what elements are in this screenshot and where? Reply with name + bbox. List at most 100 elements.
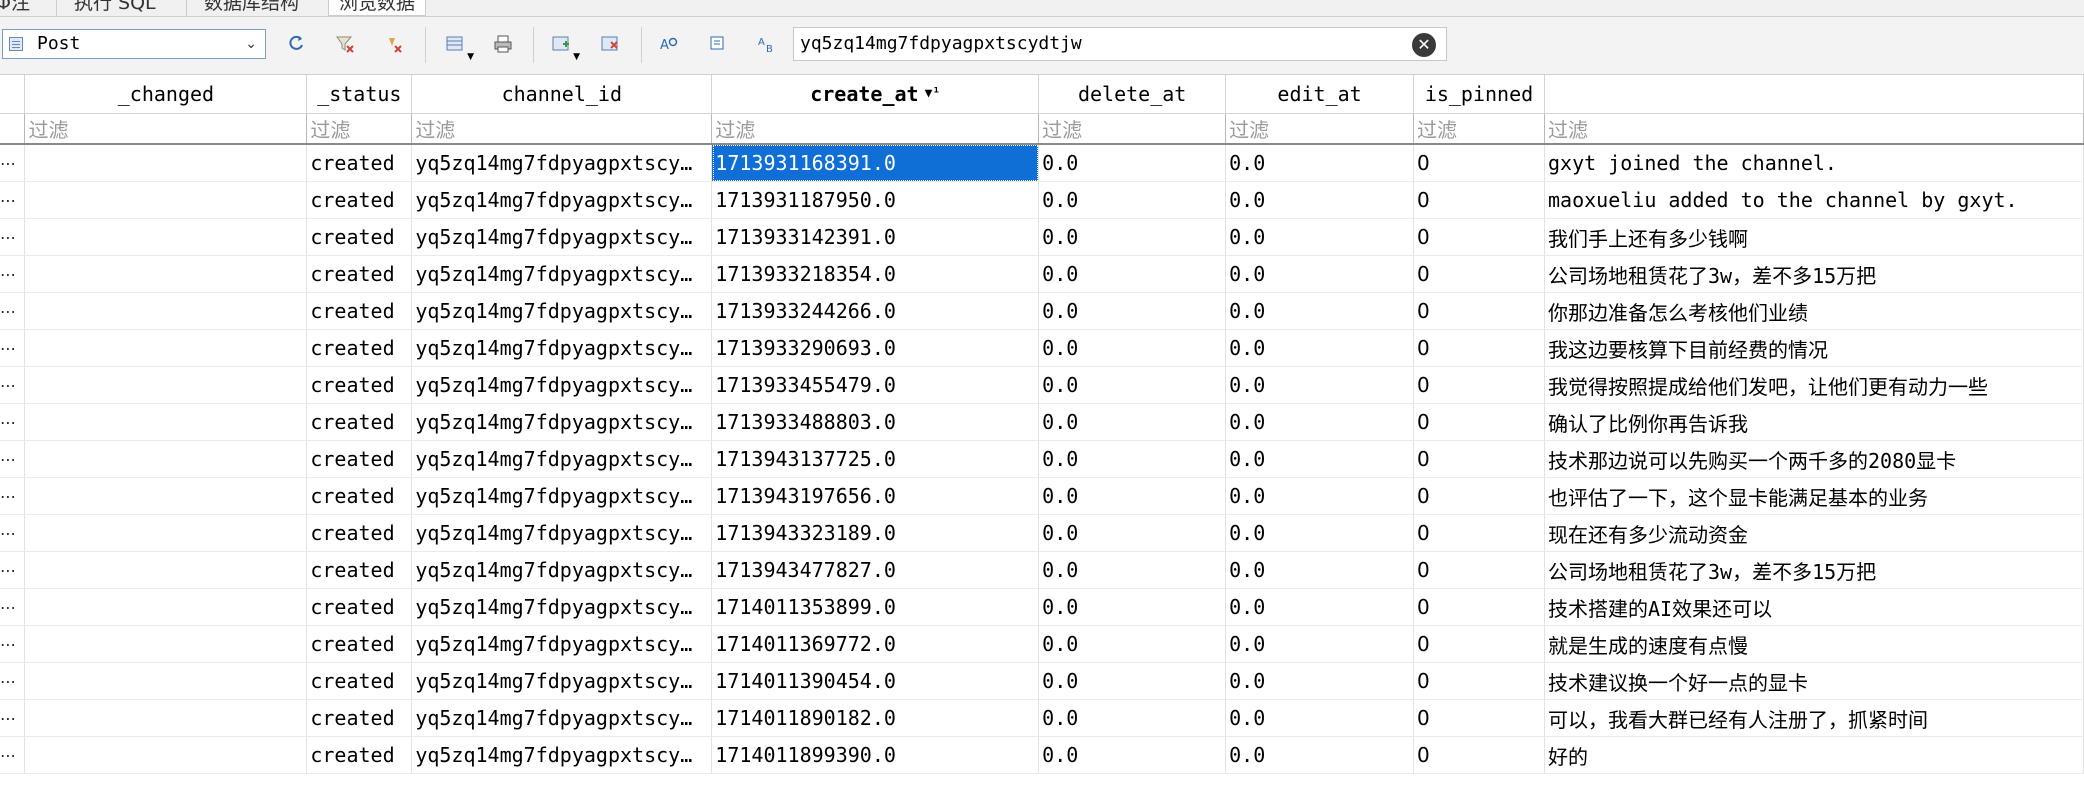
table-row[interactable]: ⋯ created yq5zq14mg7fdpyagpxtscy… 171393314…: [0, 218, 2084, 256]
cell-changed[interactable]: [24, 477, 308, 515]
cell-is-pinned[interactable]: 0: [1413, 736, 1545, 774]
cell-status[interactable]: created: [306, 625, 413, 663]
cell-channel-id[interactable]: yq5zq14mg7fdpyagpxtscy…: [411, 144, 713, 182]
cell-edit-at[interactable]: 0.0: [1225, 366, 1415, 404]
table-row[interactable]: ⋯ created yq5zq14mg7fdpyagpxtscy… 171401136…: [0, 625, 2084, 663]
table-row[interactable]: ⋯ created yq5zq14mg7fdpyagpxtscy… 171401189…: [0, 699, 2084, 737]
cell-edit-at[interactable]: 0.0: [1225, 588, 1415, 626]
find-icon[interactable]: A: [656, 31, 682, 57]
cell-delete-at[interactable]: 0.0: [1038, 662, 1227, 700]
table-row[interactable]: ⋯ created yq5zq14mg7fdpyagpxtscy… 171393116…: [0, 144, 2084, 182]
filter-input[interactable]: yq5zq14mg7fdpyagpxtscydtjw ✕: [793, 27, 1447, 61]
table-row[interactable]: ⋯ created yq5zq14mg7fdpyagpxtscy… 171393329…: [0, 329, 2084, 367]
cell-message[interactable]: 公司场地租赁花了3w，差不多15万把: [1544, 255, 2084, 293]
cell-status[interactable]: created: [306, 403, 413, 441]
column-header-changed[interactable]: _changed: [24, 75, 308, 114]
cell-create-at[interactable]: 1713943477827.0: [711, 551, 1040, 589]
row-header[interactable]: ⋯: [0, 477, 26, 515]
cell-changed[interactable]: [24, 440, 308, 478]
cell-create-at[interactable]: 1714011353899.0: [711, 588, 1040, 626]
cell-channel-id[interactable]: yq5zq14mg7fdpyagpxtscy…: [411, 181, 713, 219]
row-header[interactable]: ⋯: [0, 144, 26, 182]
cell-delete-at[interactable]: 0.0: [1038, 477, 1227, 515]
cell-delete-at[interactable]: 0.0: [1038, 514, 1227, 552]
row-header[interactable]: ⋯: [0, 440, 26, 478]
table-row[interactable]: ⋯ created yq5zq14mg7fdpyagpxtscy… 171393324…: [0, 292, 2084, 330]
column-header-create-at[interactable]: create_at ▼¹: [711, 75, 1040, 114]
cell-channel-id[interactable]: yq5zq14mg7fdpyagpxtscy…: [411, 292, 713, 330]
cell-message[interactable]: 技术那边说可以先购买一个两千多的2080显卡: [1544, 440, 2084, 478]
cell-changed[interactable]: [24, 366, 308, 404]
row-header-corner[interactable]: [0, 75, 26, 114]
cell-channel-id[interactable]: yq5zq14mg7fdpyagpxtscy…: [411, 403, 713, 441]
column-header-edit-at[interactable]: edit_at: [1225, 75, 1415, 114]
cell-delete-at[interactable]: 0.0: [1038, 181, 1227, 219]
cell-create-at[interactable]: 1714011390454.0: [711, 662, 1040, 700]
cell-message[interactable]: 确认了比例你再告诉我: [1544, 403, 2084, 441]
tab-notes[interactable]: Φ注: [0, 0, 40, 15]
cell-edit-at[interactable]: 0.0: [1225, 329, 1415, 367]
cell-changed[interactable]: [24, 699, 308, 737]
column-header-delete-at[interactable]: delete_at: [1038, 75, 1227, 114]
cell-delete-at[interactable]: 0.0: [1038, 625, 1227, 663]
find-replace-icon[interactable]: [705, 31, 731, 57]
cell-status[interactable]: created: [306, 144, 413, 182]
copy-icon[interactable]: AB: [754, 31, 780, 57]
cell-create-at[interactable]: 1713931168391.0: [711, 144, 1040, 182]
cell-status[interactable]: created: [306, 477, 413, 515]
cell-is-pinned[interactable]: 0: [1413, 588, 1545, 626]
cell-message[interactable]: 也评估了一下，这个显卡能满足基本的业务: [1544, 477, 2084, 515]
filter-cell-create-at[interactable]: 过滤: [711, 113, 1040, 145]
cell-create-at[interactable]: 1714011890182.0: [711, 699, 1040, 737]
cell-delete-at[interactable]: 0.0: [1038, 551, 1227, 589]
cell-channel-id[interactable]: yq5zq14mg7fdpyagpxtscy…: [411, 477, 713, 515]
cell-edit-at[interactable]: 0.0: [1225, 292, 1415, 330]
cell-is-pinned[interactable]: 0: [1413, 699, 1545, 737]
cell-channel-id[interactable]: yq5zq14mg7fdpyagpxtscy…: [411, 699, 713, 737]
cell-message[interactable]: 现在还有多少流动资金: [1544, 514, 2084, 552]
cell-delete-at[interactable]: 0.0: [1038, 144, 1227, 182]
cell-status[interactable]: created: [306, 329, 413, 367]
cell-is-pinned[interactable]: 0: [1413, 292, 1545, 330]
cell-changed[interactable]: [24, 255, 308, 293]
cell-delete-at[interactable]: 0.0: [1038, 218, 1227, 256]
cell-is-pinned[interactable]: 0: [1413, 440, 1545, 478]
cell-status[interactable]: created: [306, 440, 413, 478]
cell-status[interactable]: created: [306, 736, 413, 774]
cell-edit-at[interactable]: 0.0: [1225, 403, 1415, 441]
cell-status[interactable]: created: [306, 292, 413, 330]
cell-edit-at[interactable]: 0.0: [1225, 699, 1415, 737]
cell-changed[interactable]: [24, 625, 308, 663]
cell-message[interactable]: 可以，我看大群已经有人注册了，抓紧时间: [1544, 699, 2084, 737]
cell-delete-at[interactable]: 0.0: [1038, 329, 1227, 367]
cell-changed[interactable]: [24, 181, 308, 219]
close-icon[interactable]: ✕: [1412, 33, 1436, 57]
cell-changed[interactable]: [24, 514, 308, 552]
cell-is-pinned[interactable]: 0: [1413, 551, 1545, 589]
cell-message[interactable]: 技术建议换一个好一点的显卡: [1544, 662, 2084, 700]
insert-record-icon[interactable]: ▼: [548, 31, 580, 62]
column-header-channel-id[interactable]: channel_id: [411, 75, 713, 114]
cell-edit-at[interactable]: 0.0: [1225, 736, 1415, 774]
cell-status[interactable]: created: [306, 255, 413, 293]
filter-cell-status[interactable]: 过滤: [306, 113, 413, 145]
cell-channel-id[interactable]: yq5zq14mg7fdpyagpxtscy…: [411, 662, 713, 700]
cell-edit-at[interactable]: 0.0: [1225, 255, 1415, 293]
table-row[interactable]: ⋯ created yq5zq14mg7fdpyagpxtscy… 171393348…: [0, 403, 2084, 441]
filter-cell-is-pinned[interactable]: 过滤: [1413, 113, 1545, 145]
column-header-is-pinned[interactable]: is_pinned: [1413, 75, 1545, 114]
cell-message[interactable]: 我觉得按照提成给他们发吧，让他们更有动力一些: [1544, 366, 2084, 404]
cell-create-at[interactable]: 1713933218354.0: [711, 255, 1040, 293]
cell-channel-id[interactable]: yq5zq14mg7fdpyagpxtscy…: [411, 551, 713, 589]
row-header[interactable]: ⋯: [0, 366, 26, 404]
row-header[interactable]: ⋯: [0, 181, 26, 219]
cell-status[interactable]: created: [306, 588, 413, 626]
cell-create-at[interactable]: 1714011369772.0: [711, 625, 1040, 663]
cell-edit-at[interactable]: 0.0: [1225, 440, 1415, 478]
table-row[interactable]: ⋯ created yq5zq14mg7fdpyagpxtscy… 171394319…: [0, 477, 2084, 515]
table-select[interactable]: Post ⌄: [2, 29, 266, 59]
cell-is-pinned[interactable]: 0: [1413, 329, 1545, 367]
cell-delete-at[interactable]: 0.0: [1038, 699, 1227, 737]
table-row[interactable]: ⋯ created yq5zq14mg7fdpyagpxtscy… 171401139…: [0, 662, 2084, 700]
row-header[interactable]: ⋯: [0, 699, 26, 737]
